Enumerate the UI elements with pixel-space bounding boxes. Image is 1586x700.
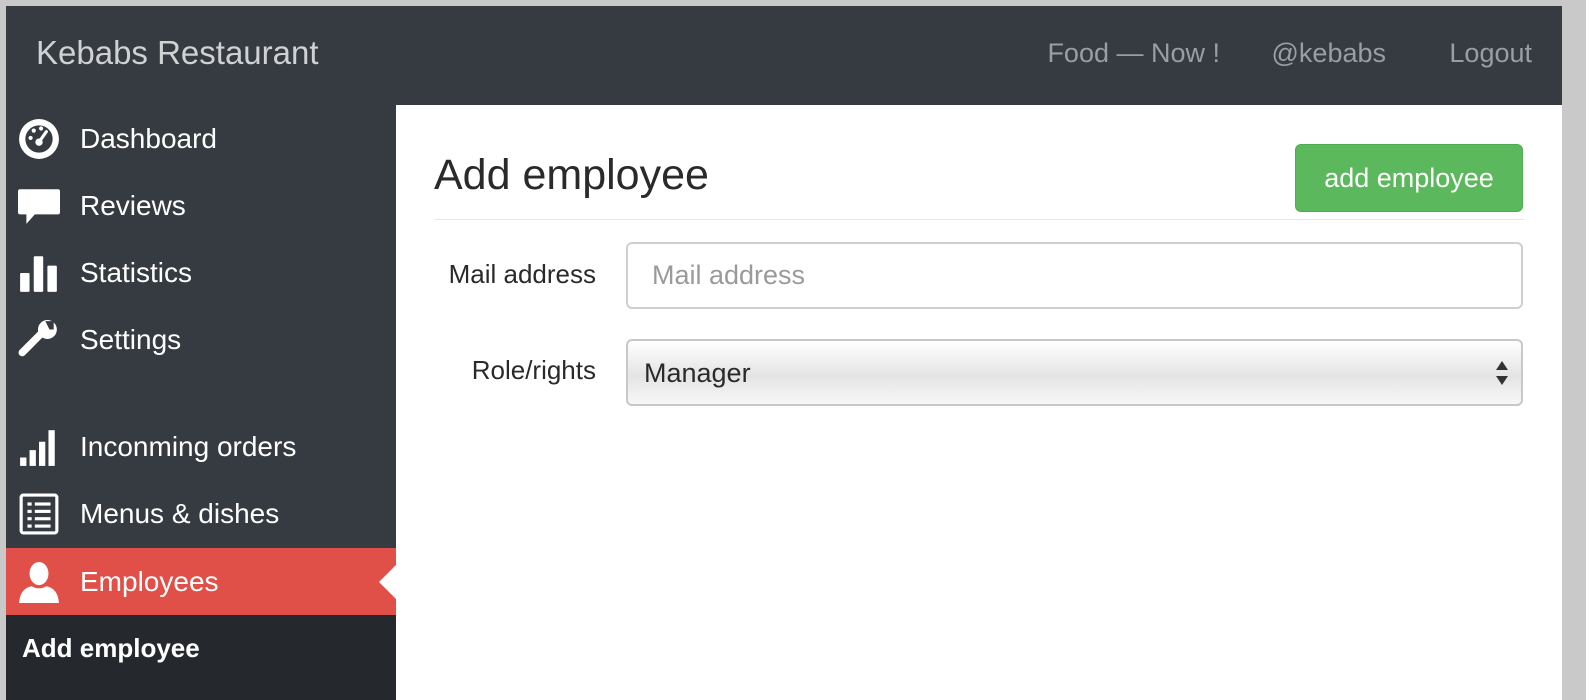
list-icon bbox=[18, 493, 60, 535]
sidebar-item-statistics[interactable]: Statistics bbox=[6, 239, 396, 306]
sidebar-item-employees[interactable]: Employees bbox=[6, 548, 396, 615]
role-select[interactable]: Manager bbox=[626, 339, 1523, 406]
sidebar-item-label: Dashboard bbox=[80, 122, 217, 154]
bar-chart-icon bbox=[18, 252, 60, 294]
role-select-value: Manager bbox=[644, 358, 751, 388]
sidebar-item-label: Settings bbox=[80, 323, 182, 355]
brand-title[interactable]: Kebabs Restaurant bbox=[36, 34, 319, 72]
wrench-icon bbox=[18, 319, 60, 361]
nav-username-link[interactable]: @kebabs bbox=[1272, 38, 1386, 69]
mail-address-input[interactable] bbox=[626, 242, 1523, 309]
signal-bars-icon bbox=[18, 426, 60, 468]
user-icon bbox=[18, 561, 60, 603]
sidebar-item-menus-dishes[interactable]: Menus & dishes bbox=[6, 480, 396, 547]
nav-logout-link[interactable]: Logout bbox=[1449, 38, 1532, 69]
select-arrows-icon bbox=[1495, 358, 1509, 388]
dashboard-icon bbox=[18, 118, 60, 160]
nav-food-now-link[interactable]: Food — Now ! bbox=[1047, 38, 1220, 69]
sidebar-item-incoming-orders[interactable]: Inconming orders bbox=[6, 413, 396, 480]
add-employee-button[interactable]: add employee bbox=[1295, 144, 1523, 212]
header-divider bbox=[434, 219, 1524, 220]
sidebar: Dashboard Reviews Statistics Settings In… bbox=[6, 105, 396, 700]
top-navbar: Kebabs Restaurant Food — Now ! @kebabs L… bbox=[6, 6, 1562, 105]
sidebar-subitem-add-employee[interactable]: Add employee bbox=[22, 633, 200, 664]
role-rights-label: Role/rights bbox=[471, 355, 596, 385]
app-window: Kebabs Restaurant Food — Now ! @kebabs L… bbox=[6, 6, 1562, 700]
sidebar-subnav: Add employee bbox=[6, 615, 396, 700]
page-title: Add employee bbox=[434, 151, 709, 199]
sidebar-item-label: Employees bbox=[80, 565, 219, 597]
sidebar-item-dashboard[interactable]: Dashboard bbox=[6, 105, 396, 172]
speech-bubble-icon bbox=[18, 185, 60, 227]
mail-address-label: Mail address bbox=[448, 259, 596, 289]
sidebar-item-label: Reviews bbox=[80, 189, 186, 221]
sidebar-item-label: Inconming orders bbox=[80, 430, 297, 462]
sidebar-item-settings[interactable]: Settings bbox=[6, 306, 396, 373]
sidebar-item-label: Statistics bbox=[80, 256, 193, 288]
sidebar-item-label: Menus & dishes bbox=[80, 497, 280, 529]
sidebar-item-reviews[interactable]: Reviews bbox=[6, 172, 396, 239]
main-content: Add employee add employee Mail address R… bbox=[396, 105, 1562, 700]
